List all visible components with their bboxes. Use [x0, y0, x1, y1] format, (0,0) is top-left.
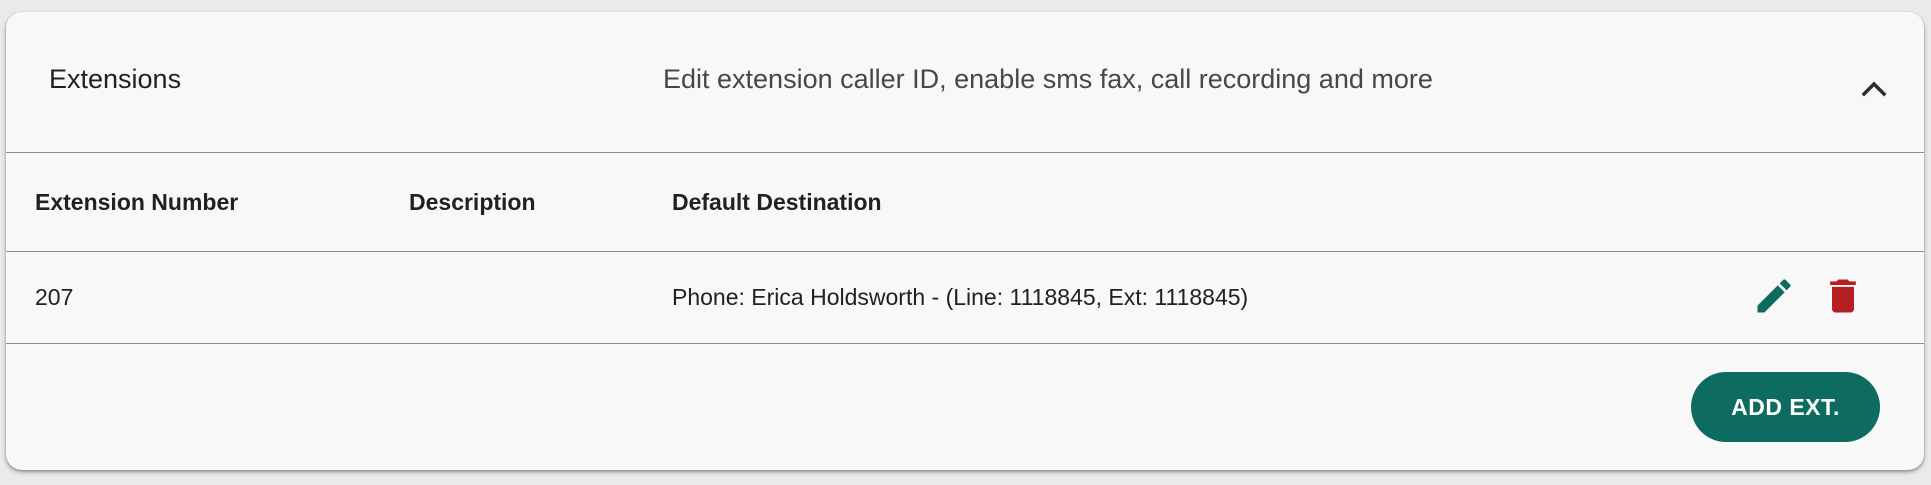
table-header: Extension Number Description Default Des… [6, 153, 1924, 252]
delete-icon [1830, 279, 1856, 313]
chevron-up-icon [1861, 81, 1887, 97]
column-header-extension-number: Extension Number [35, 189, 239, 215]
cell-default-destination: Phone: Erica Holdsworth - (Line: 1118845… [672, 284, 1249, 310]
delete-button[interactable] [1821, 274, 1865, 318]
panel-subtitle: Edit extension caller ID, enable sms fax… [663, 64, 1433, 94]
cell-extension-number: 207 [35, 284, 74, 310]
table-row[interactable]: 207 Phone: Erica Holdsworth - (Line: 111… [6, 252, 1924, 344]
edit-icon [1757, 279, 1791, 313]
collapse-button[interactable] [1854, 70, 1894, 110]
panel-title: Extensions [49, 64, 182, 94]
column-header-description: Description [409, 189, 536, 215]
extensions-panel: Extensions Edit extension caller ID, ena… [6, 12, 1924, 470]
add-extension-button[interactable]: ADD EXT. [1691, 372, 1880, 442]
column-header-default-destination: Default Destination [672, 189, 882, 215]
panel-header[interactable]: Extensions Edit extension caller ID, ena… [6, 12, 1924, 153]
edit-button[interactable] [1752, 274, 1796, 318]
